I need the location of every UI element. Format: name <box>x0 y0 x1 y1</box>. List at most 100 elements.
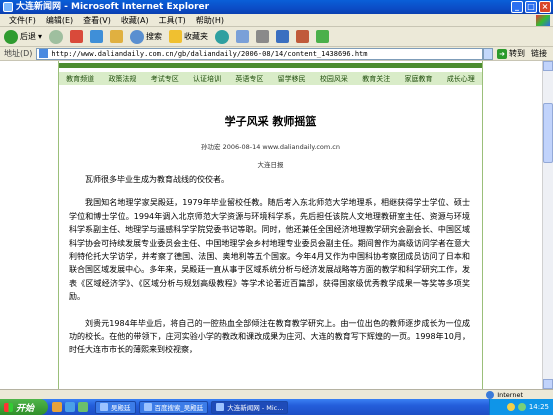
tray-icon[interactable] <box>517 403 526 411</box>
vertical-scrollbar[interactable] <box>542 61 553 389</box>
favorites-button[interactable]: 收藏夹 <box>167 29 210 45</box>
menu-edit[interactable]: 编辑(E) <box>41 14 78 26</box>
article-meta: 孙功宏 2006-08-14 www.daliandaily.com.cn <box>201 143 340 151</box>
taskbar: 开始 吴殿廷 百度搜索_吴殿廷 大连新闻网 - Mic... 14:25 <box>0 399 553 415</box>
clock[interactable]: 14:25 <box>529 403 549 411</box>
quick-launch-icon[interactable] <box>78 402 88 412</box>
status-bar: Internet <box>0 389 553 399</box>
menu-tools[interactable]: 工具(T) <box>154 14 191 26</box>
address-bar: 地址(D) http://www.daliandaily.com.cn/gb/d… <box>0 47 553 61</box>
refresh-button[interactable] <box>88 29 105 45</box>
taskbar-button[interactable]: 吴殿廷 <box>95 400 136 414</box>
taskbar-button[interactable]: 百度搜索_吴殿廷 <box>138 400 209 414</box>
nav-link[interactable]: 政策法规 <box>108 74 136 84</box>
refresh-icon <box>90 30 104 43</box>
home-icon <box>110 30 124 43</box>
address-label: 地址(D) <box>4 49 33 58</box>
print-icon <box>256 30 270 43</box>
quick-launch-icon[interactable] <box>52 402 62 412</box>
article-source: 大连日报 <box>257 161 284 169</box>
scroll-thumb[interactable] <box>543 103 553 163</box>
links-button[interactable]: 链接 <box>529 48 553 59</box>
web-content: 教育频道 政策法规 考试专区 认证培训 英语专区 留学移民 校园风采 教育关注 … <box>0 61 542 389</box>
nav-link[interactable]: 校园风采 <box>320 74 348 84</box>
article-lead: 瓦师很多毕业生成为教育战线的佼佼者。 <box>85 175 229 184</box>
history-icon <box>215 29 230 44</box>
globe-icon <box>486 390 495 399</box>
start-label: 开始 <box>16 403 35 414</box>
mail-icon <box>236 30 250 43</box>
ie-icon <box>3 2 13 12</box>
task-label: 大连新闻网 - Mic... <box>227 404 284 412</box>
print-button[interactable] <box>254 29 271 45</box>
menu-view[interactable]: 查看(V) <box>78 14 116 26</box>
tray-icon[interactable] <box>506 403 515 411</box>
edit-icon <box>276 30 290 43</box>
menu-bar: 文件(F) 编辑(E) 查看(V) 收藏(A) 工具(T) 帮助(H) <box>0 14 553 27</box>
search-button[interactable]: 搜索 <box>128 29 164 45</box>
quick-launch-icon[interactable] <box>65 402 75 412</box>
window-titlebar[interactable]: 大连新闻网 - Microsoft Internet Explorer _ □ … <box>0 0 553 14</box>
maximize-button[interactable]: □ <box>525 1 537 13</box>
forward-arrow-icon <box>49 29 64 44</box>
channel-nav: 教育频道 政策法规 考试专区 认证培训 英语专区 留学移民 校园风采 教育关注 … <box>59 72 482 85</box>
menu-favorites[interactable]: 收藏(A) <box>116 14 154 26</box>
taskbar-button-active[interactable]: 大连新闻网 - Mic... <box>211 400 289 414</box>
discuss-icon <box>296 30 310 43</box>
discuss-button[interactable] <box>294 29 311 45</box>
standard-toolbar: 后退 ▾ 搜索 收藏夹 <box>0 27 553 47</box>
task-label: 百度搜索_吴殿廷 <box>154 404 204 412</box>
nav-link[interactable]: 考试专区 <box>151 74 179 84</box>
nav-link[interactable]: 成长心理 <box>447 74 475 84</box>
address-input[interactable]: http://www.daliandaily.com.cn/gb/daliand… <box>36 47 483 60</box>
scroll-up-button[interactable] <box>543 61 553 71</box>
article-paragraph: 我国知名地理学家吴殿廷，1979年毕业留校任教。随后考入东北师范大学地理系，相继… <box>69 198 470 302</box>
forward-button[interactable] <box>47 29 65 45</box>
start-button[interactable]: 开始 <box>0 399 48 415</box>
minimize-button[interactable]: _ <box>511 1 523 13</box>
windows-logo-icon <box>4 402 13 412</box>
nav-link[interactable]: 教育频道 <box>66 74 94 84</box>
back-label: 后退 <box>20 32 36 41</box>
search-icon <box>130 29 145 44</box>
window-controls: _ □ × <box>511 1 551 13</box>
stop-button[interactable] <box>68 29 85 45</box>
menu-help[interactable]: 帮助(H) <box>191 14 229 26</box>
quick-launch <box>48 402 92 412</box>
scroll-down-button[interactable] <box>543 379 553 389</box>
menu-file[interactable]: 文件(F) <box>4 14 41 26</box>
ie-icon <box>216 403 225 411</box>
go-button[interactable]: ➜ 转到 <box>493 48 529 59</box>
close-button[interactable]: × <box>539 1 551 13</box>
address-url: http://www.daliandaily.com.cn/gb/daliand… <box>51 49 368 58</box>
address-dropdown-button[interactable] <box>483 47 493 60</box>
nav-link[interactable]: 留学移民 <box>278 74 306 84</box>
nav-link[interactable]: 认证培训 <box>193 74 221 84</box>
page-icon <box>39 49 49 58</box>
go-arrow-icon: ➜ <box>497 48 507 59</box>
task-label: 吴殿廷 <box>111 404 131 412</box>
nav-link[interactable]: 教育关注 <box>362 74 390 84</box>
home-button[interactable] <box>108 29 125 45</box>
nav-link[interactable]: 家庭教育 <box>405 74 433 84</box>
article-title: 学子风采 教师摇篮 <box>224 115 317 128</box>
back-button[interactable]: 后退 ▾ <box>2 29 44 45</box>
search-label: 搜索 <box>146 32 163 41</box>
star-icon <box>169 30 183 43</box>
favorites-label: 收藏夹 <box>184 32 209 41</box>
edit-button[interactable] <box>274 29 291 45</box>
article-paragraph: 刘贵元1984年毕业后，将自己的一腔热血全部倾注在教育教学研究上。由一位出色的教… <box>69 318 470 355</box>
nav-link[interactable]: 英语专区 <box>235 74 263 84</box>
go-label: 转到 <box>509 49 525 58</box>
mail-button[interactable] <box>234 29 251 45</box>
messenger-icon <box>316 30 330 43</box>
chevron-down-icon: ▾ <box>38 32 43 41</box>
messenger-button[interactable] <box>314 29 331 45</box>
history-button[interactable] <box>213 29 231 45</box>
security-zone: Internet <box>486 390 523 399</box>
windows-flag-icon <box>536 15 550 26</box>
zone-label: Internet <box>497 390 523 399</box>
stop-icon <box>70 30 84 43</box>
ie-icon <box>143 403 152 411</box>
article-page: 教育频道 政策法规 考试专区 认证培训 英语专区 留学移民 校园风采 教育关注 … <box>58 61 483 389</box>
